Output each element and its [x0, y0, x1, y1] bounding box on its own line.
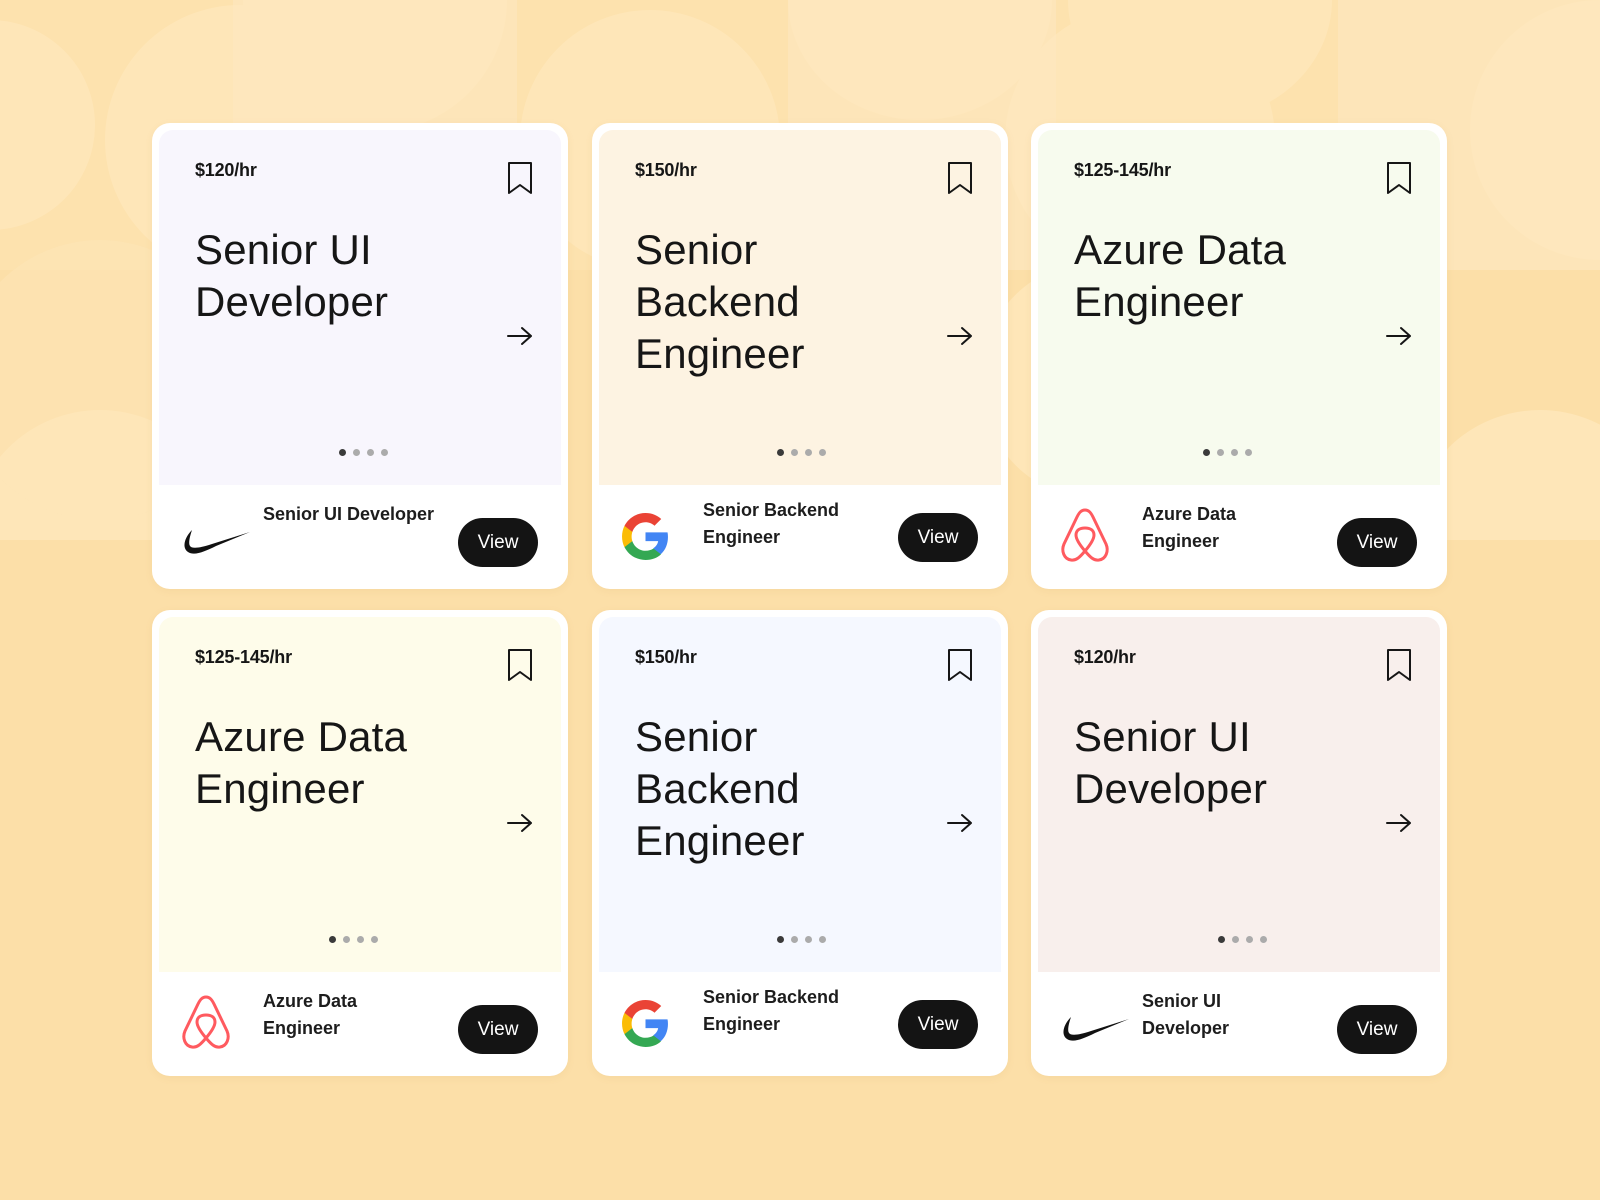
job-title: Senior UI Developer [1074, 713, 1268, 812]
bookmark-icon[interactable] [507, 161, 533, 195]
company-job-title: Senior Backend Engineer [703, 500, 840, 547]
pagination-dot-active[interactable] [777, 449, 784, 456]
job-card-panel[interactable]: $150/hr Senior Backend Engineer [599, 130, 1001, 485]
job-card-panel[interactable]: $125-145/hr Azure Data Engineer [1038, 130, 1440, 485]
job-rate: $125-145/hr [195, 647, 292, 667]
pagination-dot[interactable] [1232, 936, 1239, 943]
pagination-dots [1203, 449, 1252, 456]
pagination-dot[interactable] [819, 936, 826, 943]
bookmark-icon[interactable] [947, 648, 973, 682]
pagination-dot-active[interactable] [1203, 449, 1210, 456]
pagination-dot[interactable] [1245, 449, 1252, 456]
job-rate: $120/hr [1074, 647, 1136, 667]
pagination-dots [777, 449, 826, 456]
pagination-dots [1218, 936, 1267, 943]
company-job-title: Azure Data Engineer [263, 991, 358, 1038]
company-job-title: Senior UI Developer [263, 504, 435, 524]
view-button[interactable]: View [898, 1000, 978, 1049]
arrow-right-icon[interactable] [1386, 813, 1412, 833]
pagination-dot[interactable] [791, 936, 798, 943]
bookmark-icon[interactable] [1386, 648, 1412, 682]
nike-logo-icon [184, 530, 250, 554]
job-rate: $150/hr [635, 160, 697, 180]
pagination-dots [777, 936, 826, 943]
bookmark-icon[interactable] [1386, 161, 1412, 195]
company-job-title: Azure Data Engineer [1142, 504, 1237, 551]
job-title: Senior Backend Engineer [635, 226, 805, 377]
pagination-dot-active[interactable] [339, 449, 346, 456]
pagination-dot[interactable] [367, 449, 374, 456]
job-card-panel[interactable]: $120/hr Senior UI Developer [1038, 617, 1440, 972]
airbnb-logo-icon [1061, 508, 1109, 562]
arrow-right-icon[interactable] [947, 326, 973, 346]
google-logo-icon [622, 1000, 668, 1047]
job-card[interactable]: $120/hr Senior UI Developer Senior UI De… [152, 123, 568, 589]
job-rate: $150/hr [635, 647, 697, 667]
pagination-dot[interactable] [1217, 449, 1224, 456]
arrow-right-icon[interactable] [1386, 326, 1412, 346]
job-card-panel[interactable]: $125-145/hr Azure Data Engineer [159, 617, 561, 972]
pagination-dot-active[interactable] [777, 936, 784, 943]
pagination-dot[interactable] [343, 936, 350, 943]
job-card[interactable]: $150/hr Senior Backend Engineer Senior B… [592, 610, 1008, 1076]
view-button[interactable]: View [458, 1005, 538, 1054]
pagination-dot[interactable] [357, 936, 364, 943]
company-job-title: Senior Backend Engineer [703, 987, 840, 1034]
google-logo-icon [622, 513, 668, 560]
pagination-dot[interactable] [1231, 449, 1238, 456]
view-button[interactable]: View [898, 513, 978, 562]
job-card[interactable]: $150/hr Senior Backend Engineer Senior B… [592, 123, 1008, 589]
job-card[interactable]: $120/hr Senior UI Developer Senior UI De… [1031, 610, 1447, 1076]
pagination-dot-active[interactable] [1218, 936, 1225, 943]
bookmark-icon[interactable] [947, 161, 973, 195]
bookmark-icon[interactable] [507, 648, 533, 682]
job-title: Azure Data Engineer [195, 713, 408, 812]
view-button[interactable]: View [458, 518, 538, 567]
arrow-right-icon[interactable] [507, 813, 533, 833]
job-title: Senior Backend Engineer [635, 713, 805, 864]
job-card[interactable]: $125-145/hr Azure Data Engineer Azure Da… [1031, 123, 1447, 589]
view-button[interactable]: View [1337, 518, 1417, 567]
pagination-dot[interactable] [805, 449, 812, 456]
airbnb-logo-icon [182, 995, 230, 1049]
pagination-dot[interactable] [805, 936, 812, 943]
arrow-right-icon[interactable] [947, 813, 973, 833]
job-card-panel[interactable]: $150/hr Senior Backend Engineer [599, 617, 1001, 972]
job-title: Azure Data Engineer [1074, 226, 1287, 325]
pagination-dot[interactable] [1260, 936, 1267, 943]
arrow-right-icon[interactable] [507, 326, 533, 346]
company-job-title: Senior UI Developer [1142, 991, 1230, 1038]
job-rate: $125-145/hr [1074, 160, 1171, 180]
job-card-panel[interactable]: $120/hr Senior UI Developer [159, 130, 561, 485]
pagination-dot[interactable] [819, 449, 826, 456]
pagination-dots [329, 936, 378, 943]
job-card[interactable]: $125-145/hr Azure Data Engineer Azure Da… [152, 610, 568, 1076]
nike-logo-icon [1063, 1017, 1129, 1041]
pagination-dot[interactable] [371, 936, 378, 943]
pagination-dot[interactable] [381, 449, 388, 456]
pagination-dot-active[interactable] [329, 936, 336, 943]
pagination-dot[interactable] [791, 449, 798, 456]
pagination-dot[interactable] [1246, 936, 1253, 943]
job-rate: $120/hr [195, 160, 257, 180]
pagination-dot[interactable] [353, 449, 360, 456]
view-button[interactable]: View [1337, 1005, 1417, 1054]
pagination-dots [339, 449, 388, 456]
job-title: Senior UI Developer [195, 226, 389, 325]
